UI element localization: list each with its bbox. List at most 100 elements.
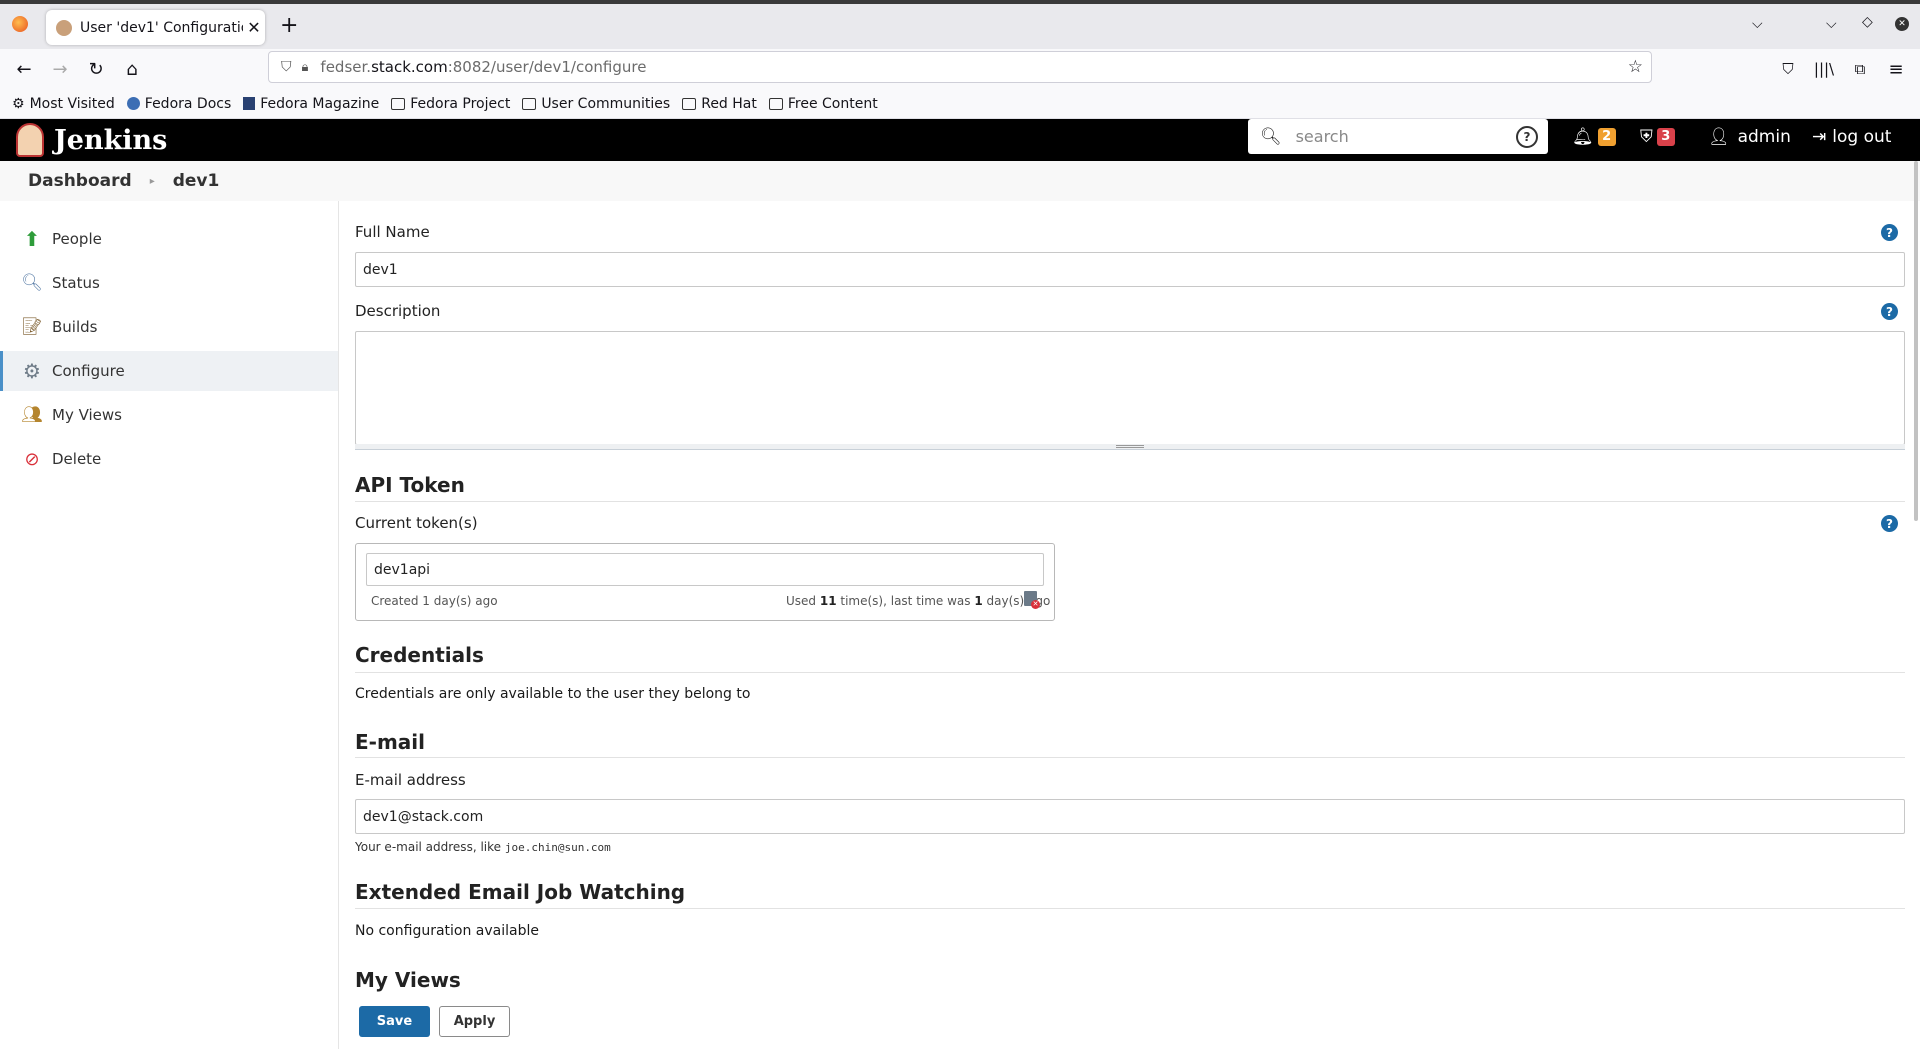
token-name-input[interactable]: dev1api [366,553,1044,586]
resize-grip-icon[interactable] [1116,445,1144,448]
browser-tab-active[interactable]: User 'dev1' Configuration [Jenkins] ✕ [46,10,265,45]
url-prefix: fedser. [320,58,372,76]
bookmarks-bar: ⚙ Most Visited Fedora Docs Fedora Magazin… [0,89,1920,119]
bookmark-fedora-docs[interactable]: Fedora Docs [126,96,231,112]
minimize-icon[interactable]: ⌵ [1826,16,1837,32]
shield-alert-icon: ⛨ [1640,126,1653,147]
notifications-button[interactable]: 🔔︎ 2 [1572,119,1616,154]
apply-button[interactable]: Apply [439,1006,510,1037]
lock-icon[interactable]: 🔒︎ [302,60,309,75]
api-token-help-icon[interactable]: ? [1881,515,1898,532]
forward-icon[interactable]: → [46,55,74,83]
sidebar-item-label: Builds [52,318,98,336]
logout-link[interactable]: ⇥ log out [1812,119,1891,154]
divider [355,672,1905,673]
save-button[interactable]: Save [359,1006,430,1037]
new-tab-icon[interactable]: + [280,15,298,37]
magazine-icon [243,97,256,110]
extensions-icon[interactable]: ⧉ [1846,55,1874,83]
email-section-title: E-mail [355,730,426,754]
sidebar-item-delete[interactable]: ⊘ Delete [0,439,338,479]
list-tabs-icon[interactable]: ⌵ [1752,16,1763,32]
logout-icon: ⇥ [1812,126,1827,147]
email-value: dev1@stack.com [363,808,484,825]
my-views-section-title: My Views [355,968,461,992]
description-label: Description [355,302,441,320]
reload-icon[interactable]: ↻ [82,55,110,83]
full-name-help-icon[interactable]: ? [1881,224,1898,241]
close-window-icon[interactable]: ✕ [1895,17,1909,31]
firefox-icon[interactable] [12,16,28,32]
prohibited-icon: ⊘ [24,448,40,470]
tab-title: User 'dev1' Configuration [Jenkins] [80,19,243,36]
restore-icon[interactable]: ◇ [1862,14,1873,30]
full-name-input[interactable]: dev1 [355,252,1905,287]
token-name-value: dev1api [374,561,431,578]
divider [355,908,1905,909]
divider [355,757,1905,758]
folder-icon [682,97,697,110]
email-hint: Your e-mail address, like joe.chin@sun.c… [355,840,611,854]
sidebar-item-my-views[interactable]: 👥︎ My Views [0,395,338,435]
jenkins-logo[interactable]: Jenkins [16,119,167,161]
bookmark-fedora-project[interactable]: Fedora Project [391,96,510,112]
full-name-value: dev1 [363,261,398,278]
menu-icon[interactable]: ≡ [1882,55,1910,83]
breadcrumb-dashboard[interactable]: Dashboard [28,171,132,191]
current-tokens-label: Current token(s) [355,514,478,532]
shield-icon[interactable]: ⛉ [281,59,292,75]
api-token-section-title: API Token [355,473,465,497]
revoke-token-icon[interactable]: ✕ [1024,591,1040,609]
email-hint-example: joe.chin@sun.com [504,841,611,854]
token-created-text: Created 1 day(s) ago [371,594,498,608]
sidebar-item-label: People [52,230,102,248]
pocket-icon[interactable]: ⛉ [1774,55,1802,83]
jenkins-header: Jenkins 🔍︎ search ? 🔔︎ 2 ⛨ 3 👤︎ admin ⇥ … [0,119,1920,161]
description-textarea[interactable] [355,331,1905,445]
description-help-icon[interactable]: ? [1881,303,1898,320]
bell-icon: 🔔︎ [1572,126,1594,147]
back-icon[interactable]: ← [10,55,38,83]
logout-label: log out [1832,126,1892,147]
security-button[interactable]: ⛨ 3 [1640,119,1675,154]
close-tab-icon[interactable]: ✕ [243,18,265,37]
credentials-text: Credentials are only available to the us… [355,686,751,702]
divider [355,501,1905,502]
breadcrumb-separator-icon: ▸ [149,175,155,187]
sidebar-item-configure[interactable]: ⚙ Configure [0,351,338,391]
gear-icon: ⚙ [12,95,25,112]
gear-icon: ⚙ [23,359,41,383]
user-menu[interactable]: 👤︎ admin [1708,119,1791,154]
sidebar-item-builds[interactable]: 📝︎ Builds [0,307,338,347]
url-host: stack.com [371,58,448,76]
url-bar[interactable]: ⛉ 🔒︎ fedser. stack.com:8082/user/dev1/con… [268,51,1652,83]
page-scrollbar[interactable] [1914,161,1918,521]
search-box[interactable]: 🔍︎ search ? [1248,119,1548,154]
security-badge: 3 [1656,127,1675,146]
bookmark-fedora-magazine[interactable]: Fedora Magazine [243,96,379,112]
email-label: E-mail address [355,771,466,789]
bookmark-star-icon[interactable]: ☆ [1628,57,1643,77]
fedora-icon [126,97,140,110]
bookmark-user-communities[interactable]: User Communities [522,96,670,112]
magnifier-icon: 🔍︎ [21,273,43,293]
email-input[interactable]: dev1@stack.com [355,799,1905,834]
breadcrumb-current[interactable]: dev1 [173,171,220,191]
folder-icon [391,97,406,110]
notifications-badge: 2 [1597,127,1616,146]
library-icon[interactable]: |||\ [1810,55,1838,83]
sidebar: ⬆ People 🔍︎ Status 📝︎ Builds ⚙ Configure… [0,201,339,1049]
token-card: dev1api Created 1 day(s) ago Used 11 tim… [355,543,1055,621]
home-icon[interactable]: ⌂ [118,55,146,83]
help-icon[interactable]: ? [1516,125,1538,148]
bookmark-most-visited[interactable]: ⚙ Most Visited [12,96,115,112]
search-input[interactable]: search [1296,127,1516,146]
bookmark-free-content[interactable]: Free Content [768,96,878,112]
user-icon: 👤︎ [1708,126,1730,147]
notepad-icon: 📝︎ [21,317,43,337]
extended-email-section-title: Extended Email Job Watching [355,880,686,904]
jenkins-favicon-icon [56,19,72,36]
sidebar-item-status[interactable]: 🔍︎ Status [0,263,338,303]
bookmark-red-hat[interactable]: Red Hat [682,96,757,112]
sidebar-item-people[interactable]: ⬆ People [0,219,338,259]
